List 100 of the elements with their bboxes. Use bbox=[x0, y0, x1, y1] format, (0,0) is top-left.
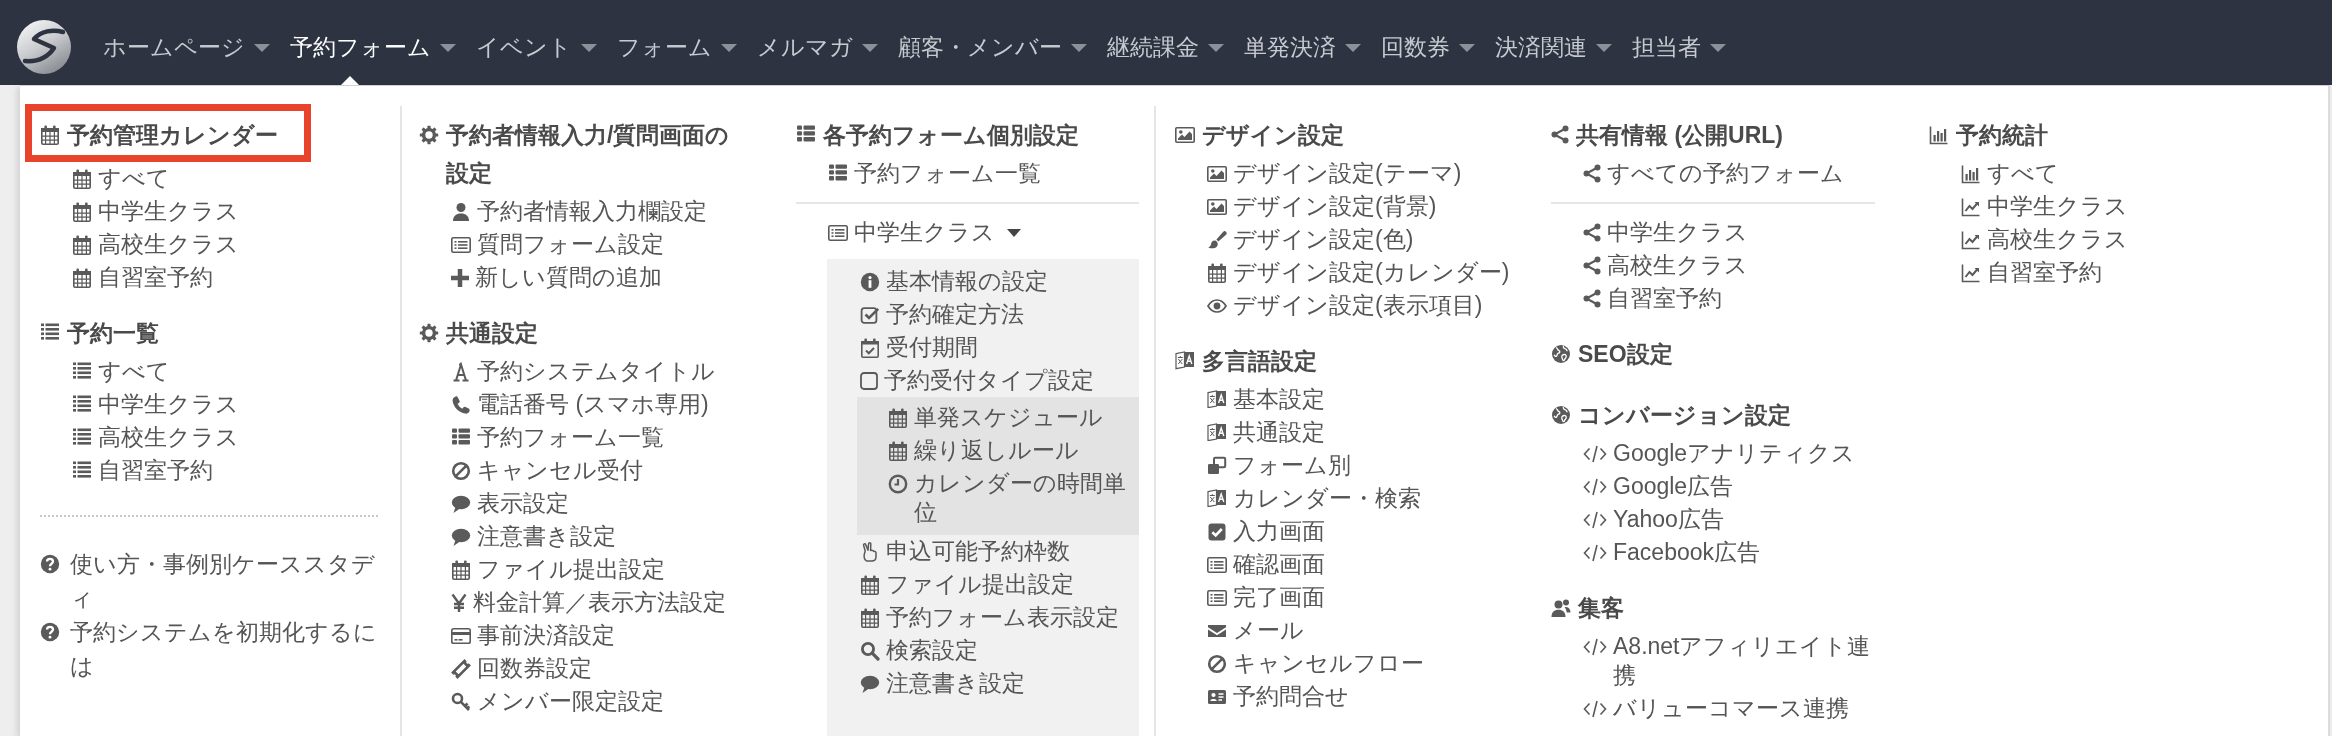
menu-item[interactable]: 確認画面 bbox=[1207, 548, 1325, 581]
menu-item[interactable]: Googleアナリティクス bbox=[1583, 437, 1856, 470]
menu-item[interactable]: 予約フォーム表示設定 bbox=[860, 601, 1129, 634]
menu-item[interactable]: すべての予約フォーム bbox=[1583, 157, 1844, 190]
menu-item[interactable]: 自習室予約 bbox=[1961, 256, 2102, 289]
menu-item[interactable]: 予約問合せ bbox=[1207, 680, 1349, 713]
menu-item[interactable]: 受付期間 bbox=[860, 331, 988, 364]
menu-item[interactable]: 事前決済設定 bbox=[451, 619, 615, 652]
menu-item[interactable]: 基本情報の設定 bbox=[860, 265, 1058, 298]
speech-bubble-icon bbox=[451, 526, 471, 547]
globe-icon bbox=[1551, 344, 1571, 364]
menu-item[interactable]: 検索設定 bbox=[860, 634, 988, 667]
menu-item[interactable]: 予約フォーム一覧 bbox=[828, 157, 1041, 190]
menu-item[interactable]: すべて bbox=[1961, 157, 2059, 190]
menu-item[interactable]: 注意書き設定 bbox=[451, 520, 616, 553]
nav-menu-item[interactable]: フォーム bbox=[607, 9, 747, 85]
menu-item[interactable]: Google広告 bbox=[1583, 470, 1734, 503]
menu-item[interactable]: 高校生クラス bbox=[72, 421, 239, 454]
menu-item[interactable]: 高校生クラス bbox=[1961, 223, 2128, 256]
nav-menu-item[interactable]: ホームページ bbox=[93, 9, 280, 85]
menu-item[interactable]: 新しい質問の追加 bbox=[451, 261, 662, 294]
menu-item[interactable]: 電話番号 (スマホ専用) bbox=[451, 388, 709, 421]
nav-menu-item[interactable]: 担当者 bbox=[1622, 9, 1736, 85]
envelope-icon bbox=[1207, 623, 1227, 638]
list-box-icon bbox=[451, 236, 471, 253]
translate-icon bbox=[1207, 422, 1227, 441]
nav-menu-item[interactable]: 決済関連 bbox=[1485, 9, 1622, 85]
menu-item[interactable]: キャンセルフロー bbox=[1207, 647, 1424, 680]
menu-item[interactable]: デザイン設定(テーマ) bbox=[1207, 157, 1462, 190]
menu-item[interactable]: すべて bbox=[72, 355, 170, 388]
menu-item[interactable]: バリューコマース連携 bbox=[1583, 692, 1849, 725]
nav-menu-item[interactable]: メルマガ bbox=[747, 9, 888, 85]
bar-chart-icon bbox=[1961, 163, 1981, 184]
logo-icon[interactable] bbox=[17, 20, 71, 74]
menu-item[interactable]: 予約システムタイトル bbox=[451, 355, 715, 388]
list-icon bbox=[796, 125, 816, 142]
menu-item[interactable]: 中学生クラス bbox=[72, 195, 239, 228]
menu-item[interactable]: 注意書き設定 bbox=[860, 667, 1035, 700]
menu-item[interactable]: 申込可能予約枠数 bbox=[860, 535, 1080, 568]
menu-item[interactable]: 単発スケジュール bbox=[888, 401, 1103, 434]
menu-item[interactable]: デザイン設定(カレンダー) bbox=[1207, 256, 1510, 289]
menu-item[interactable]: 中学生クラス bbox=[1961, 190, 2128, 223]
menu-item[interactable]: メンバー限定設定 bbox=[451, 685, 664, 718]
caret-icon bbox=[1071, 44, 1087, 52]
menu-item[interactable]: 予約確定方法 bbox=[860, 298, 1034, 331]
menu-item[interactable]: 繰り返しルール bbox=[888, 434, 1079, 467]
menu-item[interactable]: 共通設定 bbox=[1207, 416, 1325, 449]
menu-item[interactable]: デザイン設定(表示項目) bbox=[1207, 289, 1483, 322]
menu-item[interactable]: 予約者情報入力欄設定 bbox=[451, 195, 707, 228]
code-icon bbox=[1583, 699, 1607, 718]
menu-item[interactable]: 中学生クラス bbox=[72, 388, 239, 421]
caret-icon bbox=[1710, 44, 1726, 52]
menu-item[interactable]: 予約フォーム一覧 bbox=[451, 421, 664, 454]
menu-item[interactable]: 基本設定 bbox=[1207, 383, 1325, 416]
menu-item[interactable]: 入力画面 bbox=[1207, 515, 1325, 548]
menu-item[interactable]: A8.netアフィリエイト連携 bbox=[1583, 630, 1875, 692]
line-chart-icon bbox=[1961, 196, 1981, 217]
menu-item[interactable]: 中学生クラス bbox=[1583, 216, 1748, 249]
menu-item[interactable]: 予約受付タイプ設定 bbox=[860, 364, 1104, 397]
user-icon bbox=[451, 201, 471, 222]
phone-icon bbox=[451, 394, 471, 415]
section-heading: 多言語設定 bbox=[1202, 347, 1317, 376]
menu-item[interactable]: 予約システムを初期化するには bbox=[40, 615, 378, 683]
menu-item[interactable]: 高校生クラス bbox=[72, 228, 239, 261]
menu-item[interactable]: 自習室予約 bbox=[72, 454, 213, 487]
list-icon bbox=[828, 163, 848, 181]
menu-item[interactable]: デザイン設定(背景) bbox=[1207, 190, 1437, 223]
menu-item[interactable]: 表示設定 bbox=[451, 487, 569, 520]
menu-item[interactable]: 高校生クラス bbox=[1583, 249, 1748, 282]
menu-item[interactable]: ファイル提出設定 bbox=[860, 568, 1084, 601]
menu-item[interactable]: 質問フォーム設定 bbox=[451, 228, 664, 261]
menu-item[interactable]: 回数券設定 bbox=[451, 652, 592, 685]
form-dropdown-toggle[interactable]: 中学生クラス bbox=[828, 216, 1021, 249]
calendar-icon bbox=[72, 267, 92, 288]
code-icon bbox=[1583, 637, 1607, 656]
menu-item[interactable]: すべて bbox=[72, 162, 170, 195]
nav-menu-item[interactable]: 顧客・メンバー bbox=[888, 9, 1097, 85]
nav-menu-item[interactable]: イベント bbox=[466, 9, 607, 85]
menu-item[interactable]: カレンダーの時間単位 bbox=[888, 467, 1135, 529]
menu-item[interactable]: フォーム別 bbox=[1207, 449, 1351, 482]
nav-menu-item[interactable]: 回数券 bbox=[1371, 9, 1485, 85]
bar-chart-icon bbox=[1929, 125, 1949, 145]
eye-icon bbox=[1207, 298, 1227, 313]
menu-item[interactable]: Facebook広告 bbox=[1583, 536, 1760, 569]
menu-item[interactable]: 自習室予約 bbox=[72, 261, 213, 294]
translate-icon bbox=[1175, 351, 1195, 370]
nav-menu-item[interactable]: 継続課金 bbox=[1097, 9, 1234, 85]
menu-item[interactable]: 自習室予約 bbox=[1583, 282, 1722, 315]
menu-item[interactable]: Yahoo広告 bbox=[1583, 503, 1724, 536]
menu-item[interactable]: キャンセル受付 bbox=[451, 454, 643, 487]
menu-item[interactable]: 完了画面 bbox=[1207, 581, 1325, 614]
menu-item[interactable]: 使い方・事例別ケーススタディ bbox=[40, 547, 378, 615]
menu-item[interactable]: ファイル提出設定 bbox=[451, 553, 665, 586]
menu-item[interactable]: メール bbox=[1207, 614, 1304, 647]
nav-menu-item[interactable]: 単発決済 bbox=[1234, 9, 1371, 85]
menu-item[interactable]: デザイン設定(色) bbox=[1207, 223, 1414, 256]
line-chart-icon bbox=[1961, 229, 1981, 250]
list-box-icon bbox=[1207, 556, 1227, 573]
menu-item[interactable]: 料金計算／表示方法設定 bbox=[451, 586, 726, 619]
menu-item[interactable]: カレンダー・検索 bbox=[1207, 482, 1421, 515]
